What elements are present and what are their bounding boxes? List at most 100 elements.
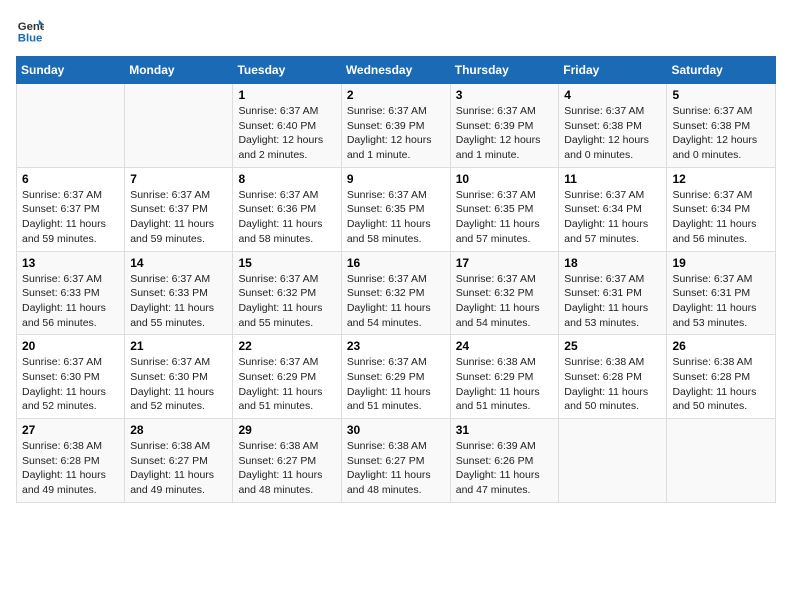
day-number: 21 bbox=[130, 339, 227, 353]
calendar-header-row: SundayMondayTuesdayWednesdayThursdayFrid… bbox=[17, 57, 776, 84]
day-info: Sunrise: 6:37 AM Sunset: 6:30 PM Dayligh… bbox=[130, 355, 227, 414]
day-number: 31 bbox=[456, 423, 554, 437]
calendar-cell: 4 Sunrise: 6:37 AM Sunset: 6:38 PM Daylig… bbox=[559, 84, 667, 168]
calendar-cell: 29 Sunrise: 6:38 AM Sunset: 6:27 PM Dayli… bbox=[233, 419, 341, 503]
day-number: 19 bbox=[672, 256, 770, 270]
day-info: Sunrise: 6:37 AM Sunset: 6:38 PM Dayligh… bbox=[672, 104, 770, 163]
calendar-cell: 1 Sunrise: 6:37 AM Sunset: 6:40 PM Daylig… bbox=[233, 84, 341, 168]
calendar-week-row: 20Sunrise: 6:37 AM Sunset: 6:30 PM Dayli… bbox=[17, 335, 776, 419]
day-number: 9 bbox=[347, 172, 445, 186]
day-info: Sunrise: 6:37 AM Sunset: 6:37 PM Dayligh… bbox=[130, 188, 227, 247]
calendar-cell: 30 Sunrise: 6:38 AM Sunset: 6:27 PM Dayli… bbox=[341, 419, 450, 503]
page-header: General Blue bbox=[16, 16, 776, 44]
calendar-cell: 21 Sunrise: 6:37 AM Sunset: 6:30 PM Dayli… bbox=[125, 335, 233, 419]
calendar-cell: 26 Sunrise: 6:38 AM Sunset: 6:28 PM Dayli… bbox=[667, 335, 776, 419]
day-number: 30 bbox=[347, 423, 445, 437]
day-number: 8 bbox=[238, 172, 335, 186]
calendar-cell bbox=[17, 84, 125, 168]
day-of-week-header: Thursday bbox=[450, 57, 559, 84]
day-info: Sunrise: 6:38 AM Sunset: 6:28 PM Dayligh… bbox=[22, 439, 119, 498]
day-info: Sunrise: 6:37 AM Sunset: 6:39 PM Dayligh… bbox=[456, 104, 554, 163]
calendar-cell: 10 Sunrise: 6:37 AM Sunset: 6:35 PM Dayli… bbox=[450, 167, 559, 251]
day-info: Sunrise: 6:37 AM Sunset: 6:34 PM Dayligh… bbox=[672, 188, 770, 247]
day-number: 29 bbox=[238, 423, 335, 437]
calendar-cell: 12 Sunrise: 6:37 AM Sunset: 6:34 PM Dayli… bbox=[667, 167, 776, 251]
day-info: Sunrise: 6:37 AM Sunset: 6:35 PM Dayligh… bbox=[456, 188, 554, 247]
day-info: Sunrise: 6:37 AM Sunset: 6:31 PM Dayligh… bbox=[564, 272, 661, 331]
calendar-cell: 14 Sunrise: 6:37 AM Sunset: 6:33 PM Dayli… bbox=[125, 251, 233, 335]
day-info: Sunrise: 6:37 AM Sunset: 6:39 PM Dayligh… bbox=[347, 104, 445, 163]
day-number: 5 bbox=[672, 88, 770, 102]
calendar-week-row: 6 Sunrise: 6:37 AM Sunset: 6:37 PM Daylig… bbox=[17, 167, 776, 251]
calendar-week-row: 27 Sunrise: 6:38 AM Sunset: 6:28 PM Dayli… bbox=[17, 419, 776, 503]
day-info: Sunrise: 6:37 AM Sunset: 6:40 PM Dayligh… bbox=[238, 104, 335, 163]
calendar-cell: 13 Sunrise: 6:37 AM Sunset: 6:33 PM Dayli… bbox=[17, 251, 125, 335]
day-info: Sunrise: 6:37 AM Sunset: 6:32 PM Dayligh… bbox=[456, 272, 554, 331]
day-info: Sunrise: 6:38 AM Sunset: 6:27 PM Dayligh… bbox=[238, 439, 335, 498]
day-info: Sunrise: 6:37 AM Sunset: 6:29 PM Dayligh… bbox=[238, 355, 335, 414]
day-info: Sunrise: 6:39 AM Sunset: 6:26 PM Dayligh… bbox=[456, 439, 554, 498]
day-info: Sunrise: 6:37 AM Sunset: 6:30 PM Dayligh… bbox=[22, 355, 119, 414]
day-info: Sunrise: 6:37 AM Sunset: 6:32 PM Dayligh… bbox=[238, 272, 335, 331]
calendar-cell: 9Sunrise: 6:37 AM Sunset: 6:35 PM Daylig… bbox=[341, 167, 450, 251]
day-number: 28 bbox=[130, 423, 227, 437]
day-number: 6 bbox=[22, 172, 119, 186]
day-info: Sunrise: 6:38 AM Sunset: 6:29 PM Dayligh… bbox=[456, 355, 554, 414]
day-number: 12 bbox=[672, 172, 770, 186]
day-of-week-header: Friday bbox=[559, 57, 667, 84]
day-number: 18 bbox=[564, 256, 661, 270]
calendar-cell: 20Sunrise: 6:37 AM Sunset: 6:30 PM Dayli… bbox=[17, 335, 125, 419]
day-number: 16 bbox=[347, 256, 445, 270]
calendar-cell bbox=[559, 419, 667, 503]
calendar-cell: 8Sunrise: 6:37 AM Sunset: 6:36 PM Daylig… bbox=[233, 167, 341, 251]
day-info: Sunrise: 6:37 AM Sunset: 6:29 PM Dayligh… bbox=[347, 355, 445, 414]
logo: General Blue bbox=[16, 16, 44, 44]
calendar-cell: 25 Sunrise: 6:38 AM Sunset: 6:28 PM Dayli… bbox=[559, 335, 667, 419]
day-info: Sunrise: 6:37 AM Sunset: 6:33 PM Dayligh… bbox=[22, 272, 119, 331]
calendar-cell: 23 Sunrise: 6:37 AM Sunset: 6:29 PM Dayli… bbox=[341, 335, 450, 419]
calendar-cell bbox=[125, 84, 233, 168]
day-info: Sunrise: 6:38 AM Sunset: 6:28 PM Dayligh… bbox=[672, 355, 770, 414]
day-number: 3 bbox=[456, 88, 554, 102]
day-number: 26 bbox=[672, 339, 770, 353]
day-number: 13 bbox=[22, 256, 119, 270]
day-info: Sunrise: 6:38 AM Sunset: 6:27 PM Dayligh… bbox=[130, 439, 227, 498]
day-of-week-header: Monday bbox=[125, 57, 233, 84]
calendar-week-row: 1 Sunrise: 6:37 AM Sunset: 6:40 PM Daylig… bbox=[17, 84, 776, 168]
day-number: 10 bbox=[456, 172, 554, 186]
day-number: 24 bbox=[456, 339, 554, 353]
day-number: 27 bbox=[22, 423, 119, 437]
day-number: 17 bbox=[456, 256, 554, 270]
day-info: Sunrise: 6:37 AM Sunset: 6:37 PM Dayligh… bbox=[22, 188, 119, 247]
calendar-cell: 24 Sunrise: 6:38 AM Sunset: 6:29 PM Dayli… bbox=[450, 335, 559, 419]
calendar-cell bbox=[667, 419, 776, 503]
day-info: Sunrise: 6:38 AM Sunset: 6:28 PM Dayligh… bbox=[564, 355, 661, 414]
calendar-week-row: 13 Sunrise: 6:37 AM Sunset: 6:33 PM Dayli… bbox=[17, 251, 776, 335]
calendar-cell: 15 Sunrise: 6:37 AM Sunset: 6:32 PM Dayli… bbox=[233, 251, 341, 335]
calendar-cell: 3 Sunrise: 6:37 AM Sunset: 6:39 PM Daylig… bbox=[450, 84, 559, 168]
day-number: 22 bbox=[238, 339, 335, 353]
day-number: 25 bbox=[564, 339, 661, 353]
day-number: 23 bbox=[347, 339, 445, 353]
calendar-cell: 2Sunrise: 6:37 AM Sunset: 6:39 PM Daylig… bbox=[341, 84, 450, 168]
day-info: Sunrise: 6:37 AM Sunset: 6:32 PM Dayligh… bbox=[347, 272, 445, 331]
day-info: Sunrise: 6:37 AM Sunset: 6:38 PM Dayligh… bbox=[564, 104, 661, 163]
day-of-week-header: Tuesday bbox=[233, 57, 341, 84]
calendar-cell: 17 Sunrise: 6:37 AM Sunset: 6:32 PM Dayli… bbox=[450, 251, 559, 335]
day-info: Sunrise: 6:37 AM Sunset: 6:33 PM Dayligh… bbox=[130, 272, 227, 331]
calendar-table: SundayMondayTuesdayWednesdayThursdayFrid… bbox=[16, 56, 776, 503]
calendar-cell: 18 Sunrise: 6:37 AM Sunset: 6:31 PM Dayli… bbox=[559, 251, 667, 335]
day-number: 1 bbox=[238, 88, 335, 102]
day-of-week-header: Wednesday bbox=[341, 57, 450, 84]
calendar-cell: 16 Sunrise: 6:37 AM Sunset: 6:32 PM Dayli… bbox=[341, 251, 450, 335]
day-number: 4 bbox=[564, 88, 661, 102]
calendar-cell: 31 Sunrise: 6:39 AM Sunset: 6:26 PM Dayli… bbox=[450, 419, 559, 503]
calendar-cell: 19Sunrise: 6:37 AM Sunset: 6:31 PM Dayli… bbox=[667, 251, 776, 335]
svg-text:Blue: Blue bbox=[18, 32, 43, 44]
day-number: 14 bbox=[130, 256, 227, 270]
day-info: Sunrise: 6:38 AM Sunset: 6:27 PM Dayligh… bbox=[347, 439, 445, 498]
calendar-cell: 11Sunrise: 6:37 AM Sunset: 6:34 PM Dayli… bbox=[559, 167, 667, 251]
calendar-cell: 5 Sunrise: 6:37 AM Sunset: 6:38 PM Daylig… bbox=[667, 84, 776, 168]
day-of-week-header: Saturday bbox=[667, 57, 776, 84]
day-number: 15 bbox=[238, 256, 335, 270]
